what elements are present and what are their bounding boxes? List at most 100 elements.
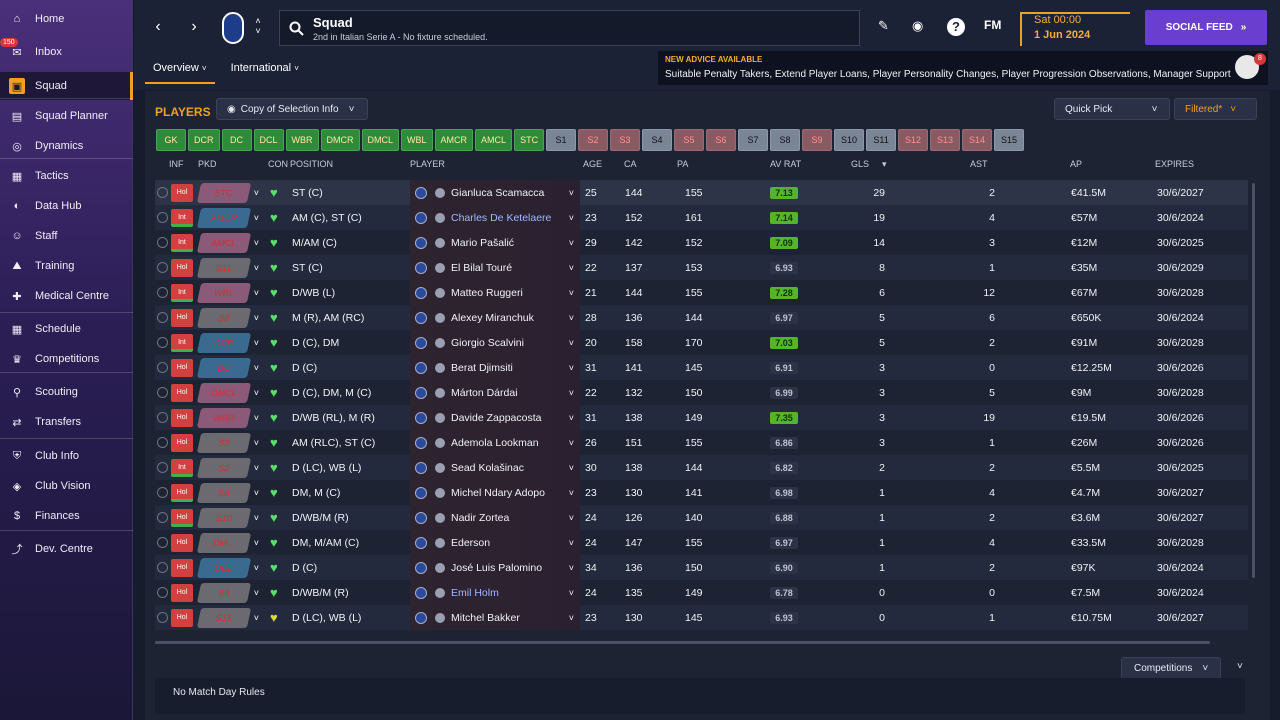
column-header-inf[interactable]: INF [169, 159, 184, 169]
column-header-pa[interactable]: PA [677, 159, 688, 169]
sidebar-item-training[interactable]: ⛰ Training [0, 252, 133, 280]
player-cell[interactable]: Ederson ˅ [410, 530, 580, 555]
select-checkbox[interactable] [157, 505, 169, 530]
player-cell[interactable]: Giorgio Scalvini ˅ [410, 330, 580, 355]
sidebar-item-medical-centre[interactable]: ✚ Medical Centre [0, 282, 133, 310]
player-cell[interactable]: Charles De Ketelaere ˅ [410, 205, 580, 230]
table-row[interactable]: Int AMCR ˅ ♥ AM (C), ST (C) Charles De Ketela… [155, 205, 1248, 230]
info-cell[interactable]: Hol [171, 580, 193, 605]
position-filter-s14[interactable]: S14 [962, 129, 993, 151]
info-cell[interactable]: Hol [171, 530, 193, 555]
position-filter-s6[interactable]: S6 [706, 129, 737, 151]
picked-position-select[interactable]: S2 ˅ [196, 455, 259, 480]
chevron-down-icon[interactable]: ˅ [569, 588, 574, 598]
player-name[interactable]: Gianluca Scamacca [451, 187, 569, 199]
select-checkbox[interactable] [157, 255, 169, 280]
column-header-ast[interactable]: AST [970, 159, 988, 169]
player-cell[interactable]: Alexey Miranchuk ˅ [410, 305, 580, 330]
player-cell[interactable]: Márton Dárdai ˅ [410, 380, 580, 405]
position-filter-stc[interactable]: STC [514, 129, 545, 151]
picked-position-select[interactable]: S10 ˅ [196, 505, 259, 530]
player-cell[interactable]: José Luis Palomino ˅ [410, 555, 580, 580]
select-checkbox[interactable] [157, 555, 169, 580]
select-checkbox[interactable] [157, 305, 169, 330]
vertical-scrollbar[interactable] [1252, 183, 1255, 578]
view-select[interactable]: ◉ Copy of Selection Info ˅ [216, 98, 368, 120]
picked-position-select[interactable]: AMCR ˅ [196, 205, 259, 230]
sidebar-item-club-info[interactable]: ⛨ Club Info [0, 442, 133, 470]
table-row[interactable]: Hol S15 ˅ ♥ D (LC), WB (L) Mitchel Bakker ˅ 23 1… [155, 605, 1248, 630]
info-cell[interactable]: Int [171, 280, 193, 305]
player-cell[interactable]: Michel Ndary Adopo ˅ [410, 480, 580, 505]
sidebar-item-competitions[interactable]: ♛ Competitions [0, 345, 133, 373]
date-display[interactable]: Sat 00:00 1 Jun 2024 [1020, 12, 1130, 46]
player-cell[interactable]: Mario Pašalić ˅ [410, 230, 580, 255]
info-cell[interactable]: Int [171, 230, 193, 255]
table-row[interactable]: Int WBL ˅ ♥ D/WB (L) Matteo Ruggeri ˅ 21 144 155 7… [155, 280, 1248, 305]
chevron-down-icon[interactable]: ˅ [569, 438, 574, 448]
chevron-down-icon[interactable]: ˅ [569, 288, 574, 298]
sidebar-item-data-hub[interactable]: ◐ Data Hub [0, 192, 133, 220]
player-name[interactable]: Charles De Ketelaere [451, 212, 569, 224]
social-feed-button[interactable]: SOCIAL FEED » [1145, 10, 1267, 45]
table-row[interactable]: Hol STC ˅ ♥ ST (C) Gianluca Scamacca ˅ 25 144 155… [155, 180, 1248, 205]
player-cell[interactable]: Ademola Lookman ˅ [410, 430, 580, 455]
position-filter-s1[interactable]: S1 [546, 129, 577, 151]
select-checkbox[interactable] [157, 580, 169, 605]
chevron-down-icon[interactable]: ˅ [569, 213, 574, 223]
picked-position-select[interactable]: WBL ˅ [196, 280, 259, 305]
info-cell[interactable]: Hol [171, 180, 193, 205]
info-cell[interactable]: Int [171, 455, 193, 480]
picked-position-select[interactable]: S3 ˅ [196, 430, 259, 455]
player-name[interactable]: José Luis Palomino [451, 562, 569, 574]
column-header-age[interactable]: AGE [583, 159, 602, 169]
chevron-down-icon[interactable]: ˅ [569, 563, 574, 573]
picked-position-select[interactable]: STC ˅ [196, 180, 259, 205]
select-checkbox[interactable] [157, 455, 169, 480]
table-row[interactable]: Hol DCL ˅ ♥ D (C) José Luis Palomino ˅ 34 136 150… [155, 555, 1248, 580]
table-row[interactable]: Hol DMCL ˅ ♥ D (C), DM, M (C) Márton Dárdai ˅ 2… [155, 380, 1248, 405]
info-cell[interactable]: Hol [171, 355, 193, 380]
position-filter-dcr[interactable]: DCR [188, 129, 220, 151]
search-box[interactable]: Squad 2nd in Italian Serie A - No fixtur… [279, 10, 860, 46]
column-header-av-rat[interactable]: AV RAT [770, 159, 801, 169]
player-name[interactable]: Ederson [451, 537, 569, 549]
picked-position-select[interactable]: S11 ˅ [196, 255, 259, 280]
club-crest-icon[interactable] [222, 12, 244, 44]
table-row[interactable]: Int S2 ˅ ♥ D (LC), WB (L) Sead Kolašinac ˅ 30 13… [155, 455, 1248, 480]
column-header-expires[interactable]: EXPIRES [1155, 159, 1194, 169]
sidebar-item-inbox[interactable]: ✉ Inbox [0, 38, 133, 66]
globe-icon[interactable]: ◉ [912, 18, 923, 34]
picked-position-select[interactable]: DCL ˅ [196, 555, 259, 580]
player-cell[interactable]: Sead Kolašinac ˅ [410, 455, 580, 480]
sidebar-item-squad[interactable]: ▣ Squad [0, 72, 133, 100]
table-row[interactable]: Hol DC ˅ ♥ D (C) Berat Djimsiti ˅ 31 141 145 6.91 3… [155, 355, 1248, 380]
sidebar-item-scouting[interactable]: ⚲ Scouting [0, 378, 133, 406]
player-cell[interactable]: Nadir Zortea ˅ [410, 505, 580, 530]
sidebar-item-staff[interactable]: ☺ Staff [0, 222, 133, 250]
picked-position-select[interactable]: S9 ˅ [196, 580, 259, 605]
edit-icon[interactable]: ✎ [878, 18, 889, 34]
table-row[interactable]: Hol S8 ˅ ♥ M (R), AM (RC) Alexey Miranchuk ˅ 28… [155, 305, 1248, 330]
chevron-down-icon[interactable]: ˅ [569, 463, 574, 473]
player-name[interactable]: Ademola Lookman [451, 437, 569, 449]
select-checkbox[interactable] [157, 230, 169, 255]
sidebar-item-home[interactable]: ⌂ Home [0, 5, 133, 33]
chevron-down-icon[interactable]: ˅ [569, 313, 574, 323]
filter-button[interactable]: Filtered* ˅ [1174, 98, 1257, 120]
position-filter-s5[interactable]: S5 [674, 129, 705, 151]
club-switch-icon[interactable]: ˄ ˅ [248, 12, 268, 40]
chevron-down-icon[interactable]: ˅ [569, 538, 574, 548]
select-checkbox[interactable] [157, 380, 169, 405]
info-cell[interactable]: Hol [171, 505, 193, 530]
player-cell[interactable]: Emil Holm ˅ [410, 580, 580, 605]
player-cell[interactable]: El Bilal Touré ˅ [410, 255, 580, 280]
info-cell[interactable]: Hol [171, 480, 193, 505]
table-row[interactable]: Int AMCL ˅ ♥ M/AM (C) Mario Pašalić ˅ 29 142 152 7… [155, 230, 1248, 255]
fm-button[interactable]: FM [984, 18, 1001, 32]
position-filter-s4[interactable]: S4 [642, 129, 673, 151]
select-checkbox[interactable] [157, 480, 169, 505]
player-cell[interactable]: Matteo Ruggeri ˅ [410, 280, 580, 305]
info-cell[interactable]: Hol [171, 430, 193, 455]
sidebar-item-finances[interactable]: $ Finances [0, 502, 133, 530]
